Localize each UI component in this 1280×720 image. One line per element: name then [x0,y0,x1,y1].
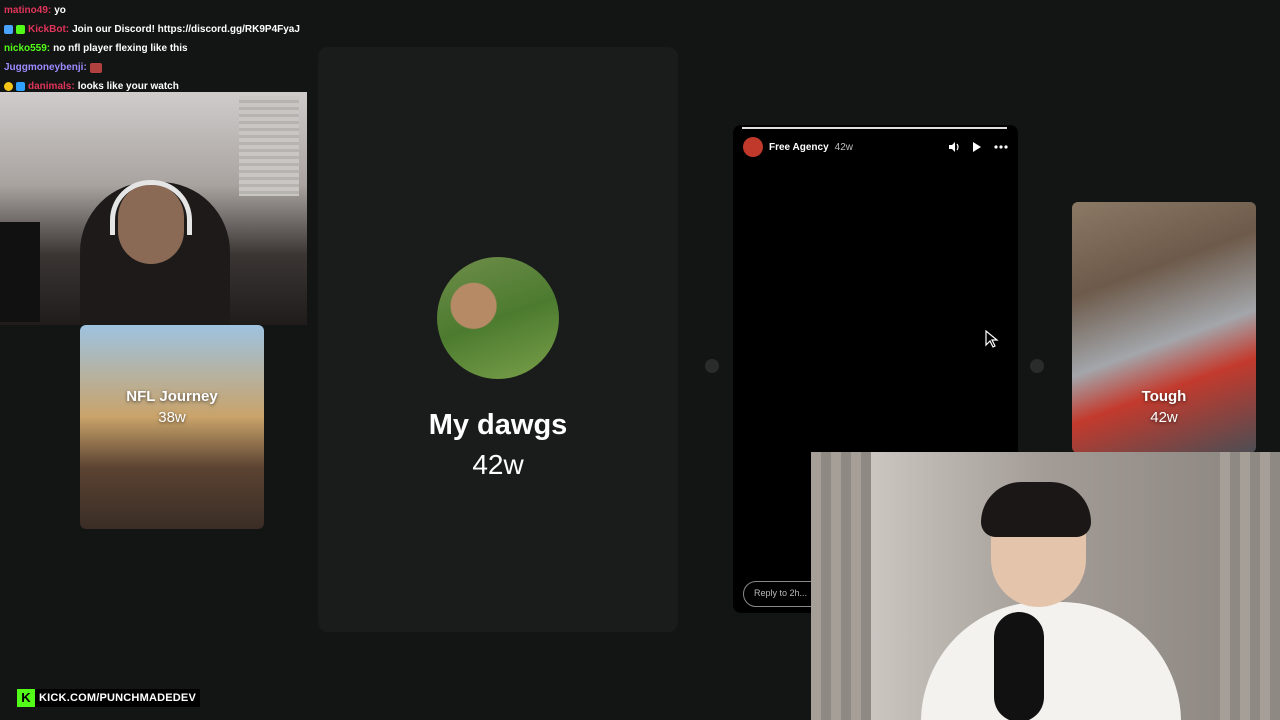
guest-body [921,602,1181,720]
kick-logo-icon: K [17,689,35,707]
guest-hair [981,482,1091,537]
chat-username: Juggmoneybenji: [4,62,87,73]
chat-message: Join our Discord! https://discord.gg/RK9… [72,24,300,35]
story-card-current[interactable]: My dawgs 42w [318,47,678,632]
story-thumb-title: Tough [1141,388,1187,405]
story-thumb-age: 38w [158,409,186,426]
curtain [1220,452,1280,720]
story-timestamp: 42w [834,141,854,153]
story-controls [948,141,1008,153]
guest-webcam [811,452,1280,720]
chat-line: KickBot: Join our Discord! https://disco… [4,20,316,39]
chat-message: yo [54,5,66,16]
chat-line: nicko559: no nfl player flexing like thi… [4,39,316,58]
story-thumb-age: 42w [1150,409,1178,426]
chat-line: matino49: yo [4,1,316,20]
kick-branding: K KICK.COM/PUNCHMADEDEV [17,689,200,707]
streamer-webcam [0,92,307,325]
subscriber-badge-icon [16,82,25,91]
desk-equipment [0,222,40,322]
chat-line: Juggmoneybenji: [4,58,316,77]
story-header: Free Agency 42w [743,137,1008,157]
chat-username: matino49: [4,5,52,16]
story-author-avatar[interactable] [743,137,763,157]
channel-url: KICK.COM/PUNCHMADEDEV [39,692,196,704]
story-thumb-previous[interactable]: NFL Journey 38w [80,325,264,529]
window-blinds [239,96,299,196]
chat-line: danimals: looks like your watch [4,77,316,96]
more-icon[interactable] [994,145,1008,149]
story-title: My dawgs [428,409,568,441]
story-author-name[interactable]: Free Agency [769,142,829,153]
story-progress-fill [742,127,1007,129]
curtain [811,452,871,720]
emote-icon [89,62,102,73]
prev-story-button[interactable] [705,359,719,373]
chat-overlay: matino49: yo KickBot: Join our Discord! … [0,0,320,92]
story-progress-bar [742,127,1007,129]
story-avatar [437,257,559,379]
chat-username: nicko559: [4,43,51,54]
speaker-icon[interactable] [948,141,960,153]
microphone [994,612,1044,720]
story-age: 42w [472,449,524,480]
mouse-cursor-icon [985,330,999,348]
sword-badge-icon [4,25,13,34]
bot-badge-icon [16,25,25,34]
story-thumb-next[interactable]: Tough 42w [1072,202,1256,453]
play-icon[interactable] [972,141,982,153]
chat-username: danimals: [28,81,75,92]
chat-message: looks like your watch [77,81,179,92]
chat-message: no nfl player flexing like this [53,43,188,54]
next-story-button[interactable] [1030,359,1044,373]
chat-username: KickBot: [28,24,70,35]
story-thumb-title: NFL Journey [126,388,218,405]
gift-badge-icon [4,82,13,91]
